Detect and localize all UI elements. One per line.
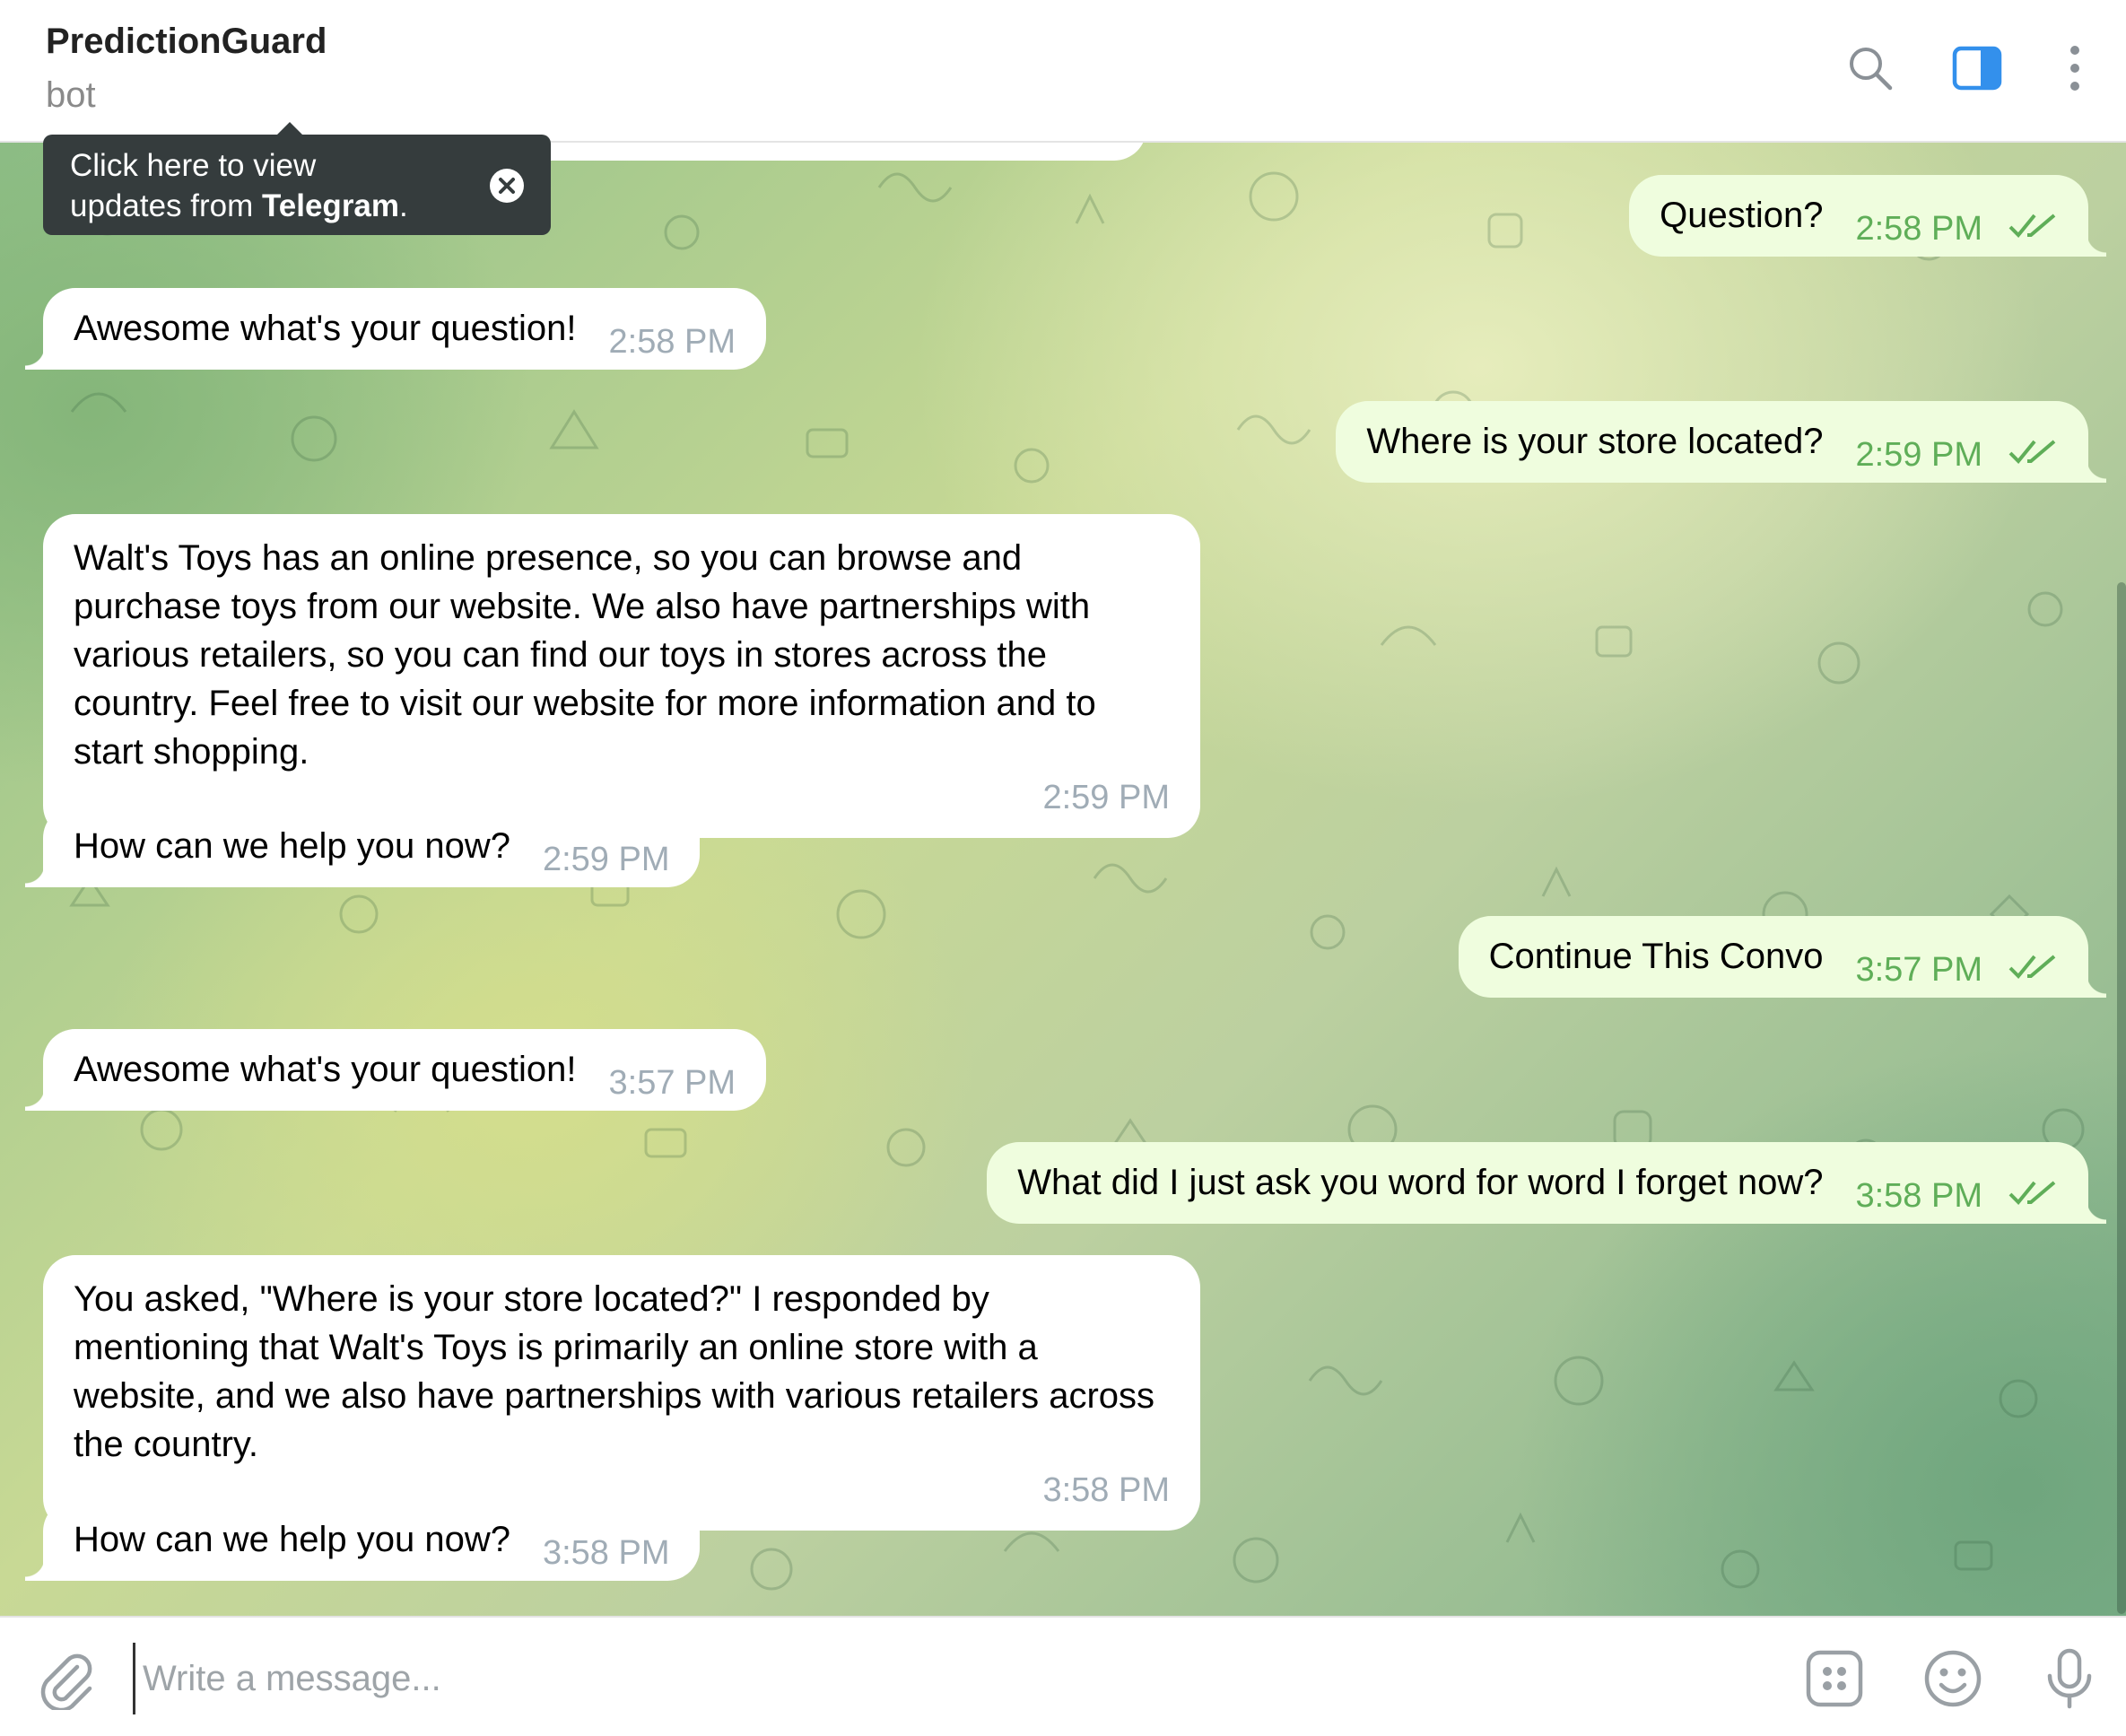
chat-title[interactable]: PredictionGuard (46, 22, 327, 62)
scrollbar-thumb[interactable] (2117, 582, 2126, 1614)
message-time: 2:58 PM (1855, 210, 1982, 248)
message-outgoing[interactable]: Continue This Convo 3:57 PM (1458, 916, 2107, 998)
attach-icon[interactable] (34, 1647, 97, 1713)
telegram-updates-tooltip[interactable]: Click here to view updates from Telegram… (43, 122, 551, 235)
message-composer (0, 1616, 2126, 1736)
double-check-icon (2008, 955, 2056, 979)
message-incoming[interactable]: How can we help you now? 3:58 PM (24, 1499, 701, 1581)
message-time: 3:58 PM (1855, 1177, 1982, 1215)
message-text: How can we help you now? (74, 826, 510, 866)
message-text: You asked, "Where is your store located?… (74, 1279, 1155, 1464)
message-incoming[interactable]: Awesome what's your question! 3:57 PM (24, 1029, 767, 1111)
message-text: How can we help you now? (74, 1520, 510, 1559)
message-outgoing[interactable]: Where is your store located? 2:59 PM (1336, 401, 2106, 483)
message-time: 3:58 PM (542, 1534, 670, 1572)
search-icon[interactable] (1843, 41, 1897, 95)
message-outgoing[interactable]: What did I just ask you word for word I … (987, 1142, 2106, 1224)
message-time: 2:59 PM (542, 841, 670, 878)
microphone-icon[interactable] (2038, 1647, 2101, 1710)
message-time: 3:58 PM (1042, 1471, 1170, 1509)
double-check-icon (2008, 214, 2056, 238)
message-text: Question? (1660, 196, 1824, 235)
tooltip-line-2: updates from Telegram. (70, 188, 408, 223)
message-text: Walt's Toys has an online presence, so y… (74, 538, 1096, 772)
message-incoming[interactable]: Walt's Toys has an online presence, so y… (43, 514, 1200, 838)
message-time: 2:58 PM (608, 323, 736, 361)
message-time: 2:59 PM (1042, 779, 1170, 816)
message-list[interactable]: Question? 2:58 PM Awesome what's your que… (0, 143, 2126, 1616)
double-check-icon (2008, 440, 2056, 464)
message-text: Continue This Convo (1488, 937, 1824, 976)
chat-status: bot (46, 75, 96, 115)
double-check-icon (2008, 1181, 2056, 1205)
close-icon[interactable] (490, 169, 524, 203)
message-time: 3:57 PM (1855, 951, 1982, 989)
tooltip-line-1: Click here to view (70, 148, 317, 183)
message-input[interactable] (133, 1643, 1747, 1714)
message-incoming[interactable]: How can we help you now? 2:59 PM (24, 806, 701, 887)
emoji-icon[interactable] (1921, 1647, 1984, 1710)
more-vertical-icon[interactable] (2048, 41, 2102, 95)
message-text: Awesome what's your question! (74, 309, 577, 348)
message-time: 2:59 PM (1855, 436, 1982, 474)
message-text: Where is your store located? (1366, 422, 1824, 461)
message-text: What did I just ask you word for word I … (1017, 1163, 1824, 1202)
message-outgoing[interactable]: Question? 2:58 PM (1629, 175, 2106, 257)
message-incoming[interactable]: You asked, "Where is your store located?… (43, 1255, 1200, 1531)
chat-header[interactable]: PredictionGuard bot (0, 0, 2126, 143)
message-incoming[interactable]: Awesome what's your question! 2:58 PM (24, 288, 767, 370)
sidebar-toggle-icon[interactable] (1950, 41, 2004, 95)
bot-commands-icon[interactable] (1803, 1647, 1866, 1710)
message-text: Awesome what's your question! (74, 1050, 577, 1089)
message-time: 3:57 PM (608, 1064, 736, 1102)
